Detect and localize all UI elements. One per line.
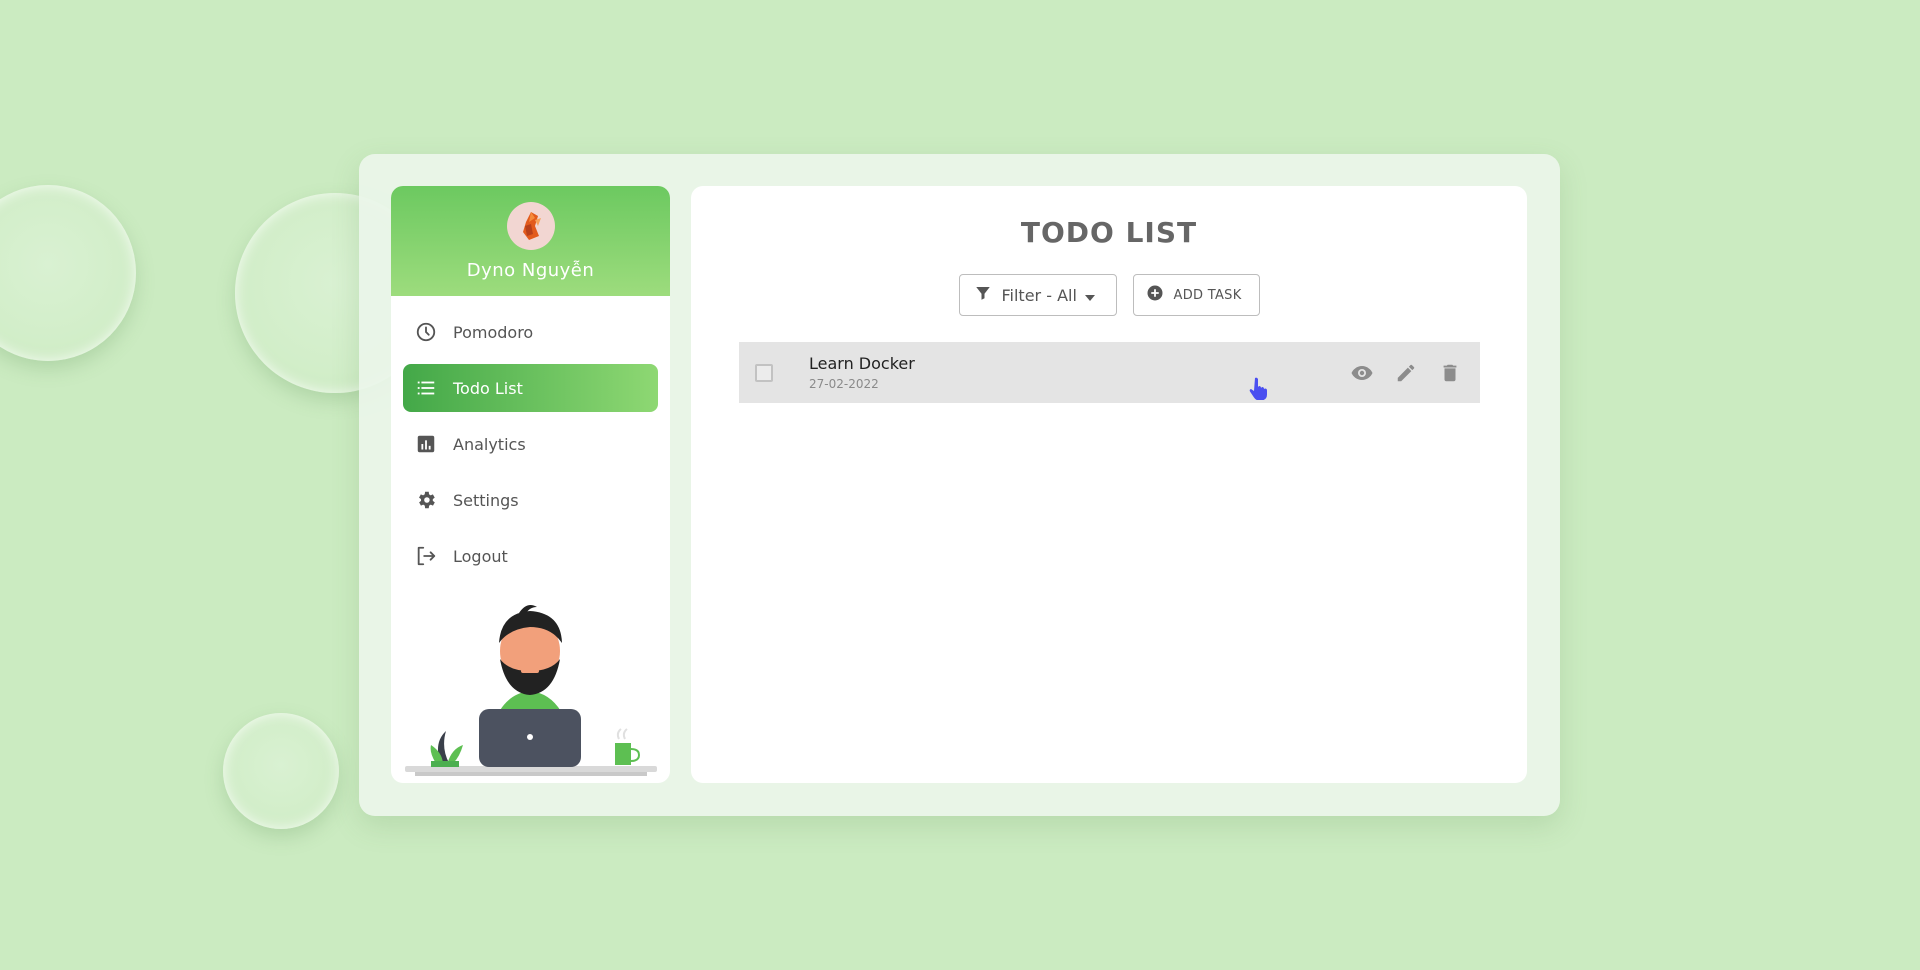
sidebar-item-label: Logout: [453, 546, 508, 566]
sidebar-item-logout[interactable]: Logout: [403, 532, 658, 580]
profile-header: Dyno Nguyễn: [391, 186, 670, 296]
pointer-cursor-icon: [1249, 377, 1267, 400]
sidebar-item-label: Analytics: [453, 434, 526, 454]
add-task-label: ADD TASK: [1173, 287, 1242, 303]
sidebar-item-label: Settings: [453, 490, 519, 510]
sidebar-item-pomodoro[interactable]: Pomodoro: [403, 308, 658, 356]
toolbar: Filter - All ADD TASK: [691, 274, 1527, 316]
sidebar: Dyno Nguyễn Pomodoro Todo List Analytics: [391, 186, 670, 783]
sidebar-item-todo-list[interactable]: Todo List: [403, 364, 658, 412]
avatar[interactable]: [506, 202, 555, 250]
view-icon[interactable]: [1350, 361, 1374, 385]
app-window: Dyno Nguyễn Pomodoro Todo List Analytics: [359, 154, 1560, 816]
sidebar-item-settings[interactable]: Settings: [403, 476, 658, 524]
clock-icon: [415, 321, 437, 343]
task-title: Learn Docker: [809, 354, 915, 373]
main-panel: TODO LIST Filter - All ADD TASK Learn Do…: [691, 186, 1527, 783]
list-icon: [415, 377, 437, 399]
task-date: 27-02-2022: [809, 377, 879, 391]
page-title: TODO LIST: [1020, 216, 1198, 249]
analytics-icon: [415, 433, 437, 455]
task-checkbox[interactable]: [755, 363, 773, 382]
filter-icon: [974, 284, 992, 306]
task-text: Learn Docker 27-02-2022: [809, 354, 915, 391]
filter-dropdown[interactable]: Filter - All: [958, 274, 1117, 316]
caret-down-icon: [1084, 286, 1095, 305]
add-circle-icon: [1146, 284, 1164, 306]
filter-label: Filter - All: [1001, 285, 1077, 305]
add-task-button[interactable]: ADD TASK: [1132, 274, 1260, 316]
developer-illustration: [405, 605, 657, 776]
sidebar-item-label: Pomodoro: [453, 322, 534, 342]
sidebar-item-label: Todo List: [453, 378, 523, 398]
decorative-bubble: [0, 185, 136, 361]
sidebar-item-analytics[interactable]: Analytics: [403, 420, 658, 468]
logout-icon: [415, 545, 437, 567]
task-actions: [1350, 342, 1462, 403]
username: Dyno Nguyễn: [466, 260, 595, 281]
delete-icon[interactable]: [1438, 361, 1462, 385]
task-row[interactable]: Learn Docker 27-02-2022: [739, 342, 1480, 403]
edit-icon[interactable]: [1394, 361, 1418, 385]
gear-icon: [415, 489, 437, 511]
decorative-bubble: [223, 713, 339, 829]
sidebar-nav: Pomodoro Todo List Analytics Settings Lo…: [391, 296, 670, 580]
